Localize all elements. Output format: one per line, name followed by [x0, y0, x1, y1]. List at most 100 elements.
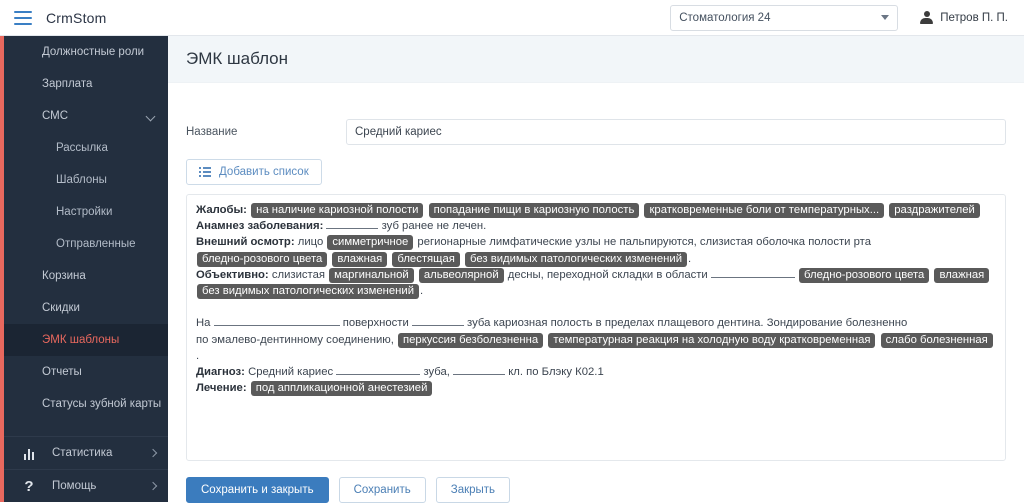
user-avatar-icon: [920, 10, 934, 25]
sidebar-item-11[interactable]: Статусы зубной карты: [4, 388, 168, 420]
editor-text: кл. по Блэку К02.1: [508, 366, 604, 379]
editor-tag[interactable]: блестящая: [392, 251, 460, 267]
sidebar-item-label: Рассылка: [56, 142, 108, 154]
name-input[interactable]: [346, 119, 1006, 145]
editor-tag[interactable]: без видимых патологических изменений: [197, 284, 420, 300]
sidebar-footer-item-0[interactable]: Статистика: [4, 436, 168, 469]
editor-tag[interactable]: слабо болезненная: [880, 332, 993, 348]
editor-tag[interactable]: альвеолярной: [418, 267, 504, 283]
editor-tag[interactable]: влажная: [332, 251, 388, 267]
editor-blank-field[interactable]: [336, 364, 421, 376]
sidebar-item-label: Корзина: [42, 270, 86, 282]
editor-line-po-emalevo: по эмалево-дентинному соединению, перкус…: [196, 332, 996, 364]
sidebar-footer-item-label: Помощь: [52, 480, 97, 492]
sidebar-menu: Должностные роли Зарплата СМС Рассылка Шабло…: [4, 36, 168, 420]
footer-button-group: Сохранить и закрыть Сохранить Закрыть: [168, 477, 1024, 503]
add-list-button-label: Добавить список: [219, 166, 309, 178]
editor-tag[interactable]: влажная: [934, 267, 990, 283]
editor-line-obektivno: Объективно: слизистая маргинальной альве…: [196, 267, 996, 300]
chevron-down-icon: [145, 111, 156, 121]
editor-line-na-poverhnosti: На поверхности зуба кариозная полость в …: [196, 315, 996, 331]
editor-tag[interactable]: раздражителей: [889, 203, 980, 218]
top-bar-right: Стоматология 24 Петров П. П.: [670, 4, 1024, 31]
editor-section-label: Внешний осмотр:: [196, 236, 295, 249]
sidebar-item-label: Отчеты: [42, 366, 82, 378]
chevron-right-icon: [148, 448, 158, 458]
clinic-select[interactable]: Стоматология 24: [670, 4, 899, 31]
sidebar-item-3[interactable]: Рассылка: [4, 132, 168, 164]
editor-section-label: Анамнез заболевания:: [196, 220, 324, 233]
add-list-button[interactable]: Добавить список: [186, 159, 322, 185]
sidebar-item-label: Скидки: [42, 302, 80, 314]
sidebar-item-label: Отправленные: [56, 238, 136, 250]
editor-text: На: [196, 317, 211, 330]
user-menu[interactable]: Петров П. П.: [920, 10, 1008, 25]
sidebar-footer-item-1[interactable]: ? Помощь: [4, 469, 168, 502]
editor-tag[interactable]: кратковременные боли от температурных...: [644, 203, 885, 218]
editor-blank-field[interactable]: [326, 218, 379, 230]
editor-line-anamnez: Анамнез заболевания: зуб ранее не лечен.: [196, 218, 996, 234]
sidebar-item-6[interactable]: Отправленные: [4, 228, 168, 260]
sidebar-item-4[interactable]: Шаблоны: [4, 164, 168, 196]
sidebar-item-8[interactable]: Скидки: [4, 292, 168, 324]
sidebar-item-label: ЭМК шаблоны: [42, 334, 120, 346]
editor-blank-field[interactable]: [411, 315, 464, 327]
sidebar-item-2[interactable]: СМС: [4, 100, 168, 132]
sidebar-item-5[interactable]: Настройки: [4, 196, 168, 228]
sidebar-item-label: Настройки: [56, 206, 113, 218]
sidebar-item-label: Должностные роли: [42, 46, 145, 58]
editor-text: .: [688, 252, 692, 265]
editor-tag[interactable]: маргинальной: [329, 267, 414, 283]
sidebar-item-1[interactable]: Зарплата: [4, 68, 168, 100]
sidebar-footer-menu: Статистика ? Помощь: [4, 436, 168, 502]
footer-button-1[interactable]: Сохранить: [338, 477, 426, 503]
clinic-select-value: Стоматология 24: [679, 11, 771, 24]
footer-button-0[interactable]: Сохранить и закрыть: [186, 477, 329, 503]
editor-section-label: Диагноз:: [196, 366, 245, 379]
sidebar-item-label: СМС: [42, 110, 69, 122]
editor-section-label: Лечение:: [196, 382, 247, 395]
editor-tag[interactable]: под аппликационной анестезией: [250, 381, 433, 397]
sidebar-item-label: Статусы зубной карты: [42, 398, 162, 410]
editor-section-label: Жалобы:: [196, 204, 247, 216]
sidebar-item-label: Зарплата: [42, 78, 93, 90]
editor-blank-field[interactable]: [453, 364, 506, 376]
editor-tag[interactable]: на наличие кариозной полости: [251, 203, 424, 218]
name-form-row: Название: [168, 119, 1024, 145]
page-title: ЭМК шаблон: [186, 49, 289, 68]
editor-text: зуб ранее не лечен.: [381, 220, 487, 233]
editor-section-label: Объективно:: [196, 268, 269, 281]
editor-text: Средний кариес: [248, 366, 334, 379]
editor-text: лицо: [297, 236, 324, 249]
sidebar-footer-item-label: Статистика: [52, 447, 113, 459]
editor-tag[interactable]: бледно-розового цвета: [197, 251, 328, 267]
app-brand: CrmStom: [46, 9, 107, 26]
editor-blank-field[interactable]: [710, 267, 795, 278]
sidebar-item-7[interactable]: Корзина: [4, 260, 168, 292]
sidebar-item-label: Шаблоны: [56, 174, 107, 186]
hamburger-icon[interactable]: [14, 10, 32, 25]
top-bar: CrmStom Стоматология 24 Петров П. П.: [0, 0, 1024, 36]
template-text-editor[interactable]: Жалобы: на наличие кариозной полости поп…: [186, 194, 1006, 461]
editor-tag[interactable]: бледно-розового цвета: [799, 267, 930, 283]
editor-text: слизистая: [271, 268, 325, 281]
user-name: Петров П. П.: [940, 11, 1008, 24]
sidebar-item-0[interactable]: Должностные роли: [4, 36, 168, 68]
sidebar-item-9[interactable]: ЭМК шаблоны: [4, 324, 168, 356]
editor-tag[interactable]: симметричное: [327, 235, 414, 251]
editor-tag[interactable]: перкуссия безболезненна: [398, 332, 544, 348]
editor-text: регионарные лимфатические узлы не пальпи…: [417, 236, 871, 249]
editor-text: .: [196, 349, 200, 362]
editor-tag[interactable]: без видимых патологических изменений: [465, 251, 688, 267]
editor-tag[interactable]: температурная реакция на холодную воду к…: [548, 332, 876, 348]
main-content: ЭМК шаблон Название Добавить список Жало…: [168, 36, 1024, 503]
editor-tag[interactable]: попадание пищи в кариозную полость: [428, 203, 640, 218]
editor-text: зуба кариозная полость в пределах плащев…: [467, 317, 908, 330]
editor-line-zhaloby: Жалобы: на наличие кариозной полости поп…: [196, 202, 996, 218]
footer-button-2[interactable]: Закрыть: [435, 477, 511, 503]
chevron-right-icon: [148, 481, 158, 491]
editor-text: зуба,: [423, 366, 450, 379]
editor-blank-field[interactable]: [213, 315, 340, 327]
sidebar-item-10[interactable]: Отчеты: [4, 356, 168, 388]
editor-empty-line: [196, 299, 996, 315]
